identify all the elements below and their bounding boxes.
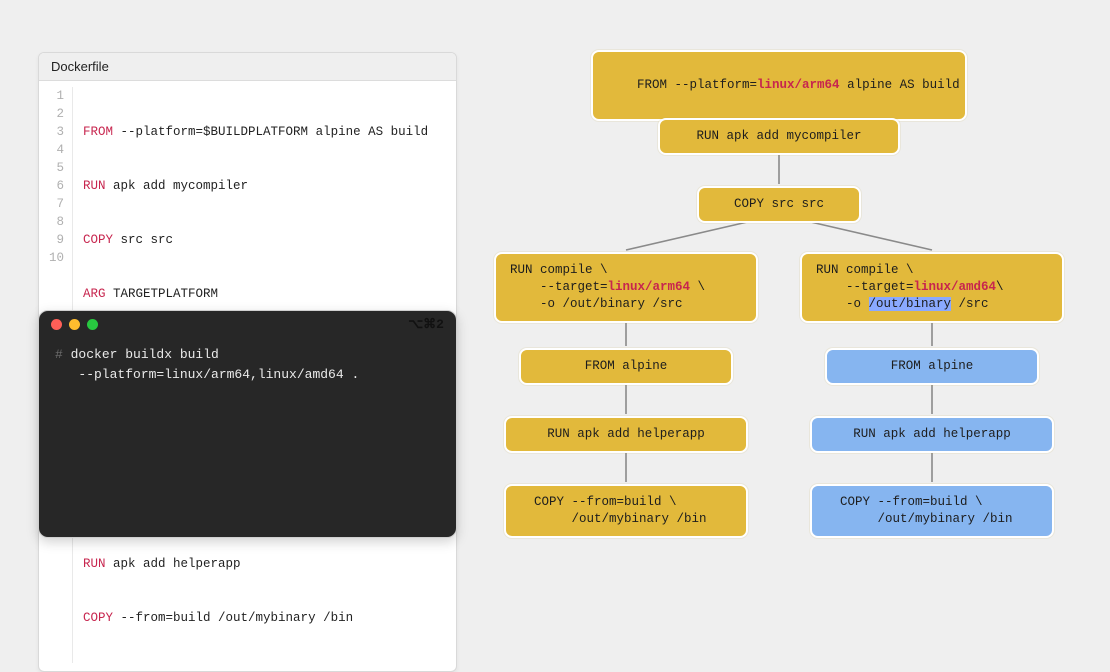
terminal-titlebar: ⌥⌘2 bbox=[39, 311, 456, 337]
node-run-mycompiler: RUN apk add mycompiler bbox=[658, 118, 900, 155]
window-controls[interactable] bbox=[51, 319, 98, 330]
node-from-build: FROM --platform=linux/arm64 alpine AS bu… bbox=[591, 50, 967, 121]
node-from-alpine-arm64: FROM alpine bbox=[519, 348, 733, 385]
node-run-helperapp-arm64: RUN apk add helperapp bbox=[504, 416, 748, 453]
node-compile-amd64: RUN compile \ --target=linux/amd64\ -o /… bbox=[800, 252, 1064, 323]
terminal-shortcut-label: ⌥⌘2 bbox=[408, 317, 444, 332]
terminal-body[interactable]: # docker buildx build --platform=linux/a… bbox=[39, 337, 456, 393]
node-compile-arm64: RUN compile \ --target=linux/arm64 \ -o … bbox=[494, 252, 758, 323]
node-copy-src: COPY src src bbox=[697, 186, 861, 223]
terminal-command-line-2: --platform=linux/arm64,linux/amd64 . bbox=[55, 367, 359, 382]
node-from-alpine-amd64: FROM alpine bbox=[825, 348, 1039, 385]
terminal-command-line-1: docker buildx build bbox=[63, 347, 219, 362]
build-graph-diagram: FROM --platform=linux/arm64 alpine AS bu… bbox=[486, 44, 1072, 554]
minimize-icon[interactable] bbox=[69, 319, 80, 330]
node-run-helperapp-amd64: RUN apk add helperapp bbox=[810, 416, 1054, 453]
terminal-window: ⌥⌘2 # docker buildx build --platform=lin… bbox=[38, 310, 457, 538]
node-copy-from-build-amd64: COPY --from=build \ /out/mybinary /bin bbox=[810, 484, 1054, 538]
node-copy-from-build-arm64: COPY --from=build \ /out/mybinary /bin bbox=[504, 484, 748, 538]
zoom-icon[interactable] bbox=[87, 319, 98, 330]
close-icon[interactable] bbox=[51, 319, 62, 330]
editor-title: Dockerfile bbox=[39, 53, 456, 81]
prompt-symbol: # bbox=[55, 347, 63, 362]
